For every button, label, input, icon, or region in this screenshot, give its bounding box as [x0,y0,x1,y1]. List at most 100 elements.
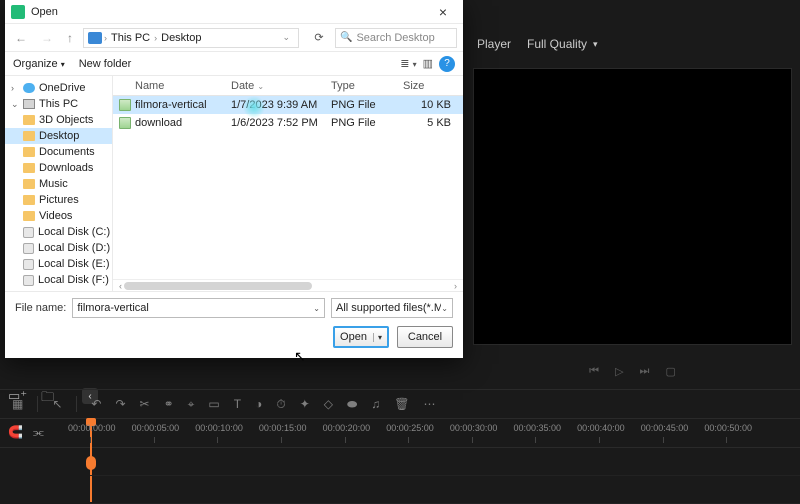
horizontal-scrollbar[interactable]: ‹ › [113,279,463,291]
grid-icon[interactable]: ▦ [12,397,23,411]
open-split-icon[interactable]: ▾ [373,333,382,342]
view-mode-icon[interactable]: ≣ ▾ [400,57,416,70]
tree-item[interactable]: ›OneDrive [5,80,112,96]
tree-item[interactable]: Local Disk (C:) [5,224,112,240]
col-date[interactable]: Date ⌄ [231,80,331,92]
quality-select[interactable]: Full Quality ▾ [527,37,598,51]
breadcrumb-root[interactable]: This PC [109,32,152,44]
link-icon[interactable]: ⚭ [164,397,174,411]
tree-item-label: Downloads [39,162,93,174]
stop-icon[interactable]: ▢ [665,365,675,378]
pointer-icon[interactable]: ↖ [52,397,62,411]
undo-icon[interactable]: ↶ [91,397,101,411]
preview-pane-icon[interactable]: ▥ [423,57,433,70]
tree-item[interactable]: Local Disk (E:) [5,256,112,272]
keyframe-icon[interactable]: ◇ [324,397,333,411]
file-row[interactable]: filmora-vertical 1/7/2023 9:39 AM PNG Fi… [113,96,463,114]
player-viewport [473,68,792,345]
playhead-handle[interactable] [86,456,96,470]
prev-frame-icon[interactable]: ⏮ [589,365,599,378]
search-placeholder: Search Desktop [356,32,434,44]
file-list[interactable]: Name Date ⌄ Type Size filmora-vertical 1… [113,76,463,291]
audio-icon[interactable]: ♫ [371,397,380,411]
more-icon[interactable]: ⋯ [424,397,436,411]
magnet-icon[interactable]: 🧲 [8,425,23,440]
file-date: 1/6/2023 7:52 PM [231,117,331,129]
breadcrumb-folder[interactable]: Desktop [159,32,203,44]
scroll-right-icon[interactable]: › [452,281,459,291]
col-type[interactable]: Type [331,80,403,92]
tree-item[interactable]: Videos [5,208,112,224]
folder-icon [23,211,35,221]
app-icon [11,5,25,19]
organize-button[interactable]: Organize ▾ [13,58,65,70]
crop-icon[interactable]: ▭ [208,397,219,411]
scroll-left-icon[interactable]: ‹ [117,281,124,291]
filename-input[interactable]: filmora-vertical ⌄ [72,298,325,318]
tree-item-label: Local Disk (C:) [38,226,110,238]
timeline-ruler[interactable]: 🧲 ⫘ 00:00:00:0000:00:05:0000:00:10:0000:… [0,419,800,448]
open-button[interactable]: Open▾ [333,326,389,348]
folder-icon [88,32,102,44]
chevron-down-icon[interactable]: ⌄ [278,32,294,43]
new-folder-button[interactable]: New folder [79,58,132,70]
ruler-tick: 00:00:50:00 [726,419,790,447]
tree-item-label: Desktop [39,130,79,142]
play-icon[interactable]: ▷ [615,365,623,378]
close-icon[interactable]: × [429,4,457,20]
speed-icon[interactable]: ⏱ [276,397,285,412]
tree-item[interactable]: Pictures [5,192,112,208]
timeline-tracks[interactable] [0,448,800,504]
tree-item[interactable]: Desktop [5,128,112,144]
mask-icon[interactable]: ⬬ [347,397,357,412]
redo-icon[interactable]: ↷ [115,397,125,411]
file-type-filter[interactable]: All supported files(*.MP4;*.FLV; ⌄ [331,298,453,318]
text-icon[interactable]: T [234,397,241,411]
help-icon[interactable]: ? [439,56,455,72]
col-size[interactable]: Size [403,80,459,92]
tree-item[interactable]: Local Disk (D:) [5,240,112,256]
link-toggle-icon[interactable]: ⫘ [33,425,44,440]
tree-item-label: 3D Objects [39,114,93,126]
next-frame-icon[interactable]: ⏭ [640,365,650,378]
tree-item-label: Local Disk (D:) [38,242,110,254]
tree-item[interactable]: Documents [5,144,112,160]
col-name[interactable]: Name [135,80,231,92]
chevron-down-icon: ▾ [593,39,598,50]
color-icon[interactable]: ◑ [255,397,262,411]
tree-item-label: OneDrive [39,82,85,94]
tree-item[interactable]: Downloads [5,160,112,176]
delete-icon[interactable]: 🗑 [394,397,409,411]
nav-up-icon[interactable]: ↑ [63,31,77,45]
folder-icon [23,179,35,189]
nav-tree[interactable]: ›OneDrive⌄This PC 3D Objects Desktop Docume… [5,76,113,291]
tree-item[interactable]: Music [5,176,112,192]
effects-icon[interactable]: ✦ [300,397,310,411]
breadcrumb[interactable]: › This PC › Desktop ⌄ [83,28,299,48]
marker-icon[interactable]: ⌖ [188,397,195,412]
cancel-button[interactable]: Cancel [397,326,453,348]
dialog-title: Open [31,6,58,18]
scrollbar-thumb[interactable] [124,282,312,290]
disk-icon [23,275,34,286]
chevron-down-icon[interactable]: ⌄ [313,304,320,313]
file-row[interactable]: download 1/6/2023 7:52 PM PNG File 5 KB [113,114,463,132]
search-input[interactable]: 🔍 Search Desktop [335,28,457,48]
folder-icon [23,115,35,125]
tree-item-label: Pictures [39,194,79,206]
tree-item-label: Videos [39,210,72,222]
tree-item[interactable]: 3D Objects [5,112,112,128]
tree-item[interactable]: Local Disk (F:) [5,272,112,288]
player-tab[interactable]: Player [477,37,511,51]
file-name: download [135,117,231,129]
tree-item[interactable]: ⌄This PC [5,96,112,112]
cut-icon[interactable]: ✂ [140,397,150,411]
refresh-icon[interactable]: ⟳ [309,31,329,44]
search-icon: 🔍 [340,32,352,43]
player-panel: Player Full Quality ▾ ⏮ ▷ ⏭ ▢ [465,28,800,389]
sort-indicator-icon: ⌄ [257,82,264,91]
tree-item-label: This PC [39,98,78,110]
nav-forward-icon[interactable]: → [37,31,57,45]
nav-back-icon[interactable]: ← [11,31,31,45]
file-icon [119,117,131,129]
